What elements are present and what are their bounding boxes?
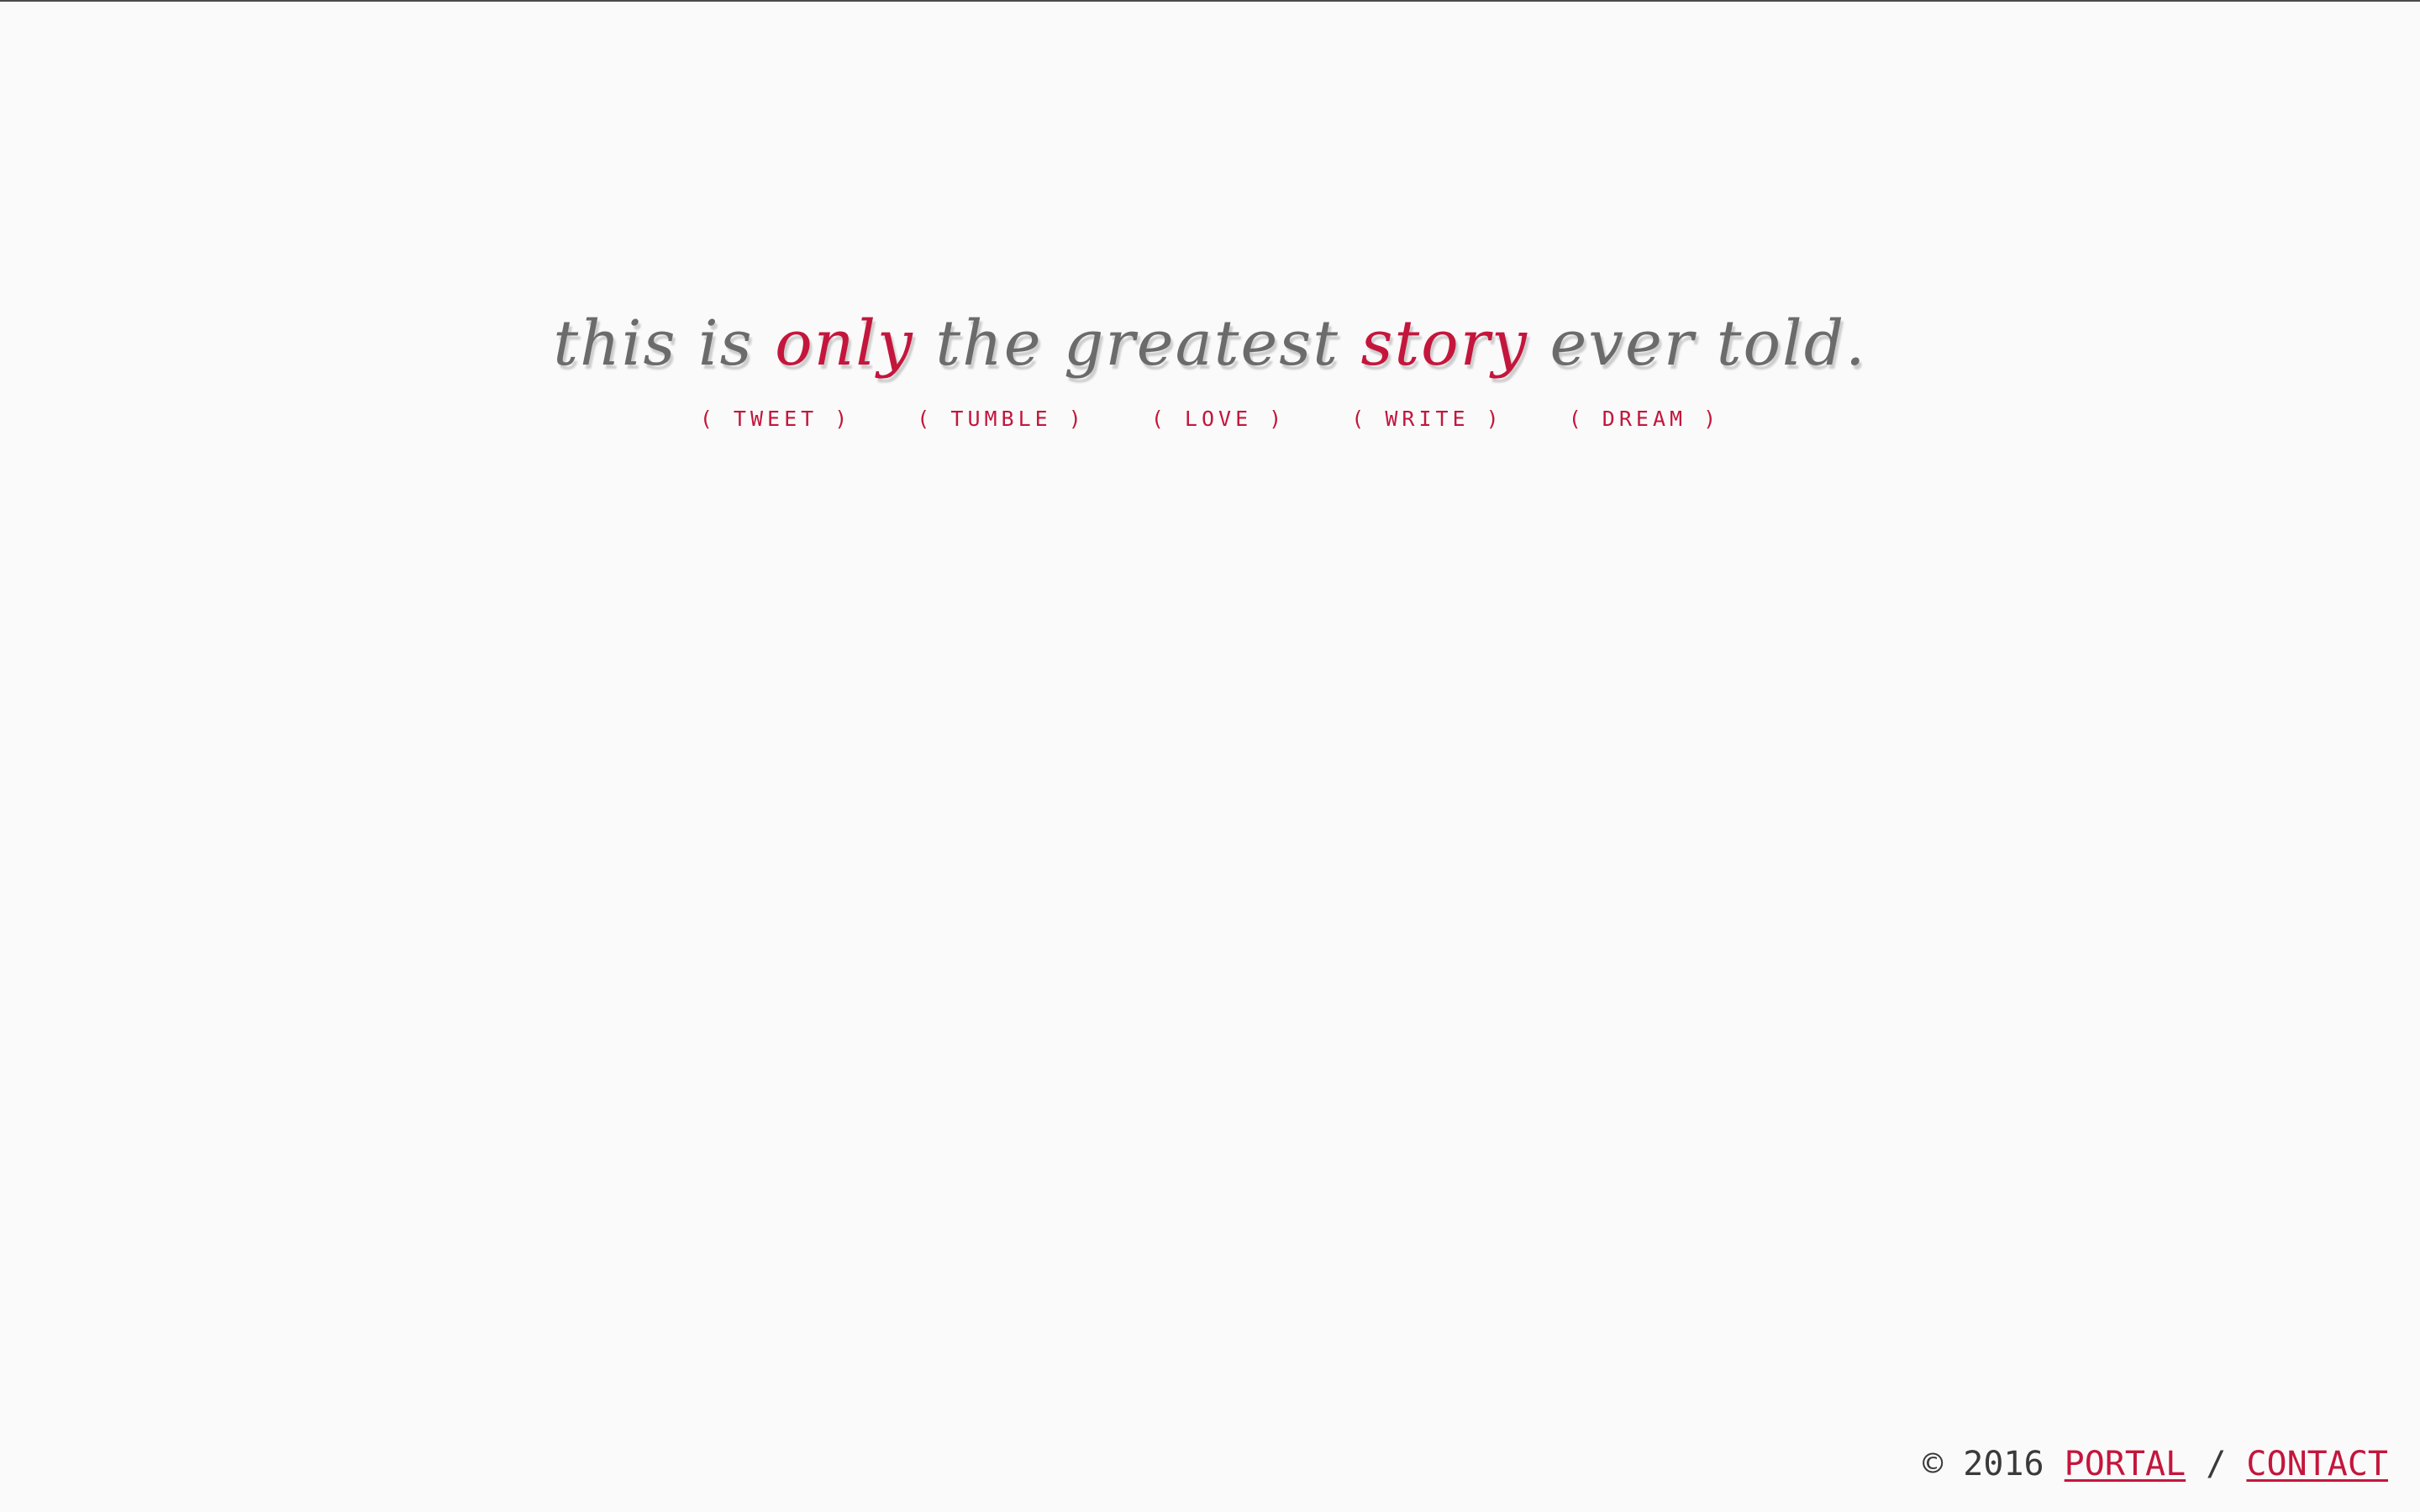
share-links: ( TWEET ) ( TUMBLE ) ( LOVE ) ( WRITE ) …: [0, 407, 2420, 431]
tagline: this is only the greatest story ever tol…: [0, 297, 2420, 390]
contact-link[interactable]: CONTACT: [2246, 1445, 2388, 1483]
tweet-link[interactable]: ( TWEET ): [700, 407, 851, 431]
footer-separator: /: [2186, 1445, 2247, 1483]
tumble-link[interactable]: ( TUMBLE ): [917, 407, 1086, 431]
copyright-text: © 2016: [1923, 1445, 2065, 1483]
tagline-part-3: ever told.: [1528, 307, 1867, 380]
tagline-part-2: the greatest: [913, 307, 1361, 380]
portal-link[interactable]: PORTAL: [2065, 1445, 2186, 1483]
tagline-accent-story: story: [1360, 307, 1528, 380]
tagline-accent-only: only: [775, 307, 914, 380]
love-link[interactable]: ( LOVE ): [1151, 407, 1286, 431]
hero: this is only the greatest story ever tol…: [0, 297, 2420, 431]
footer: © 2016 PORTAL / CONTACT: [1923, 1445, 2388, 1483]
write-link[interactable]: ( WRITE ): [1351, 407, 1502, 431]
tagline-part-1: this is: [553, 307, 776, 380]
dream-link[interactable]: ( DREAM ): [1569, 407, 1720, 431]
